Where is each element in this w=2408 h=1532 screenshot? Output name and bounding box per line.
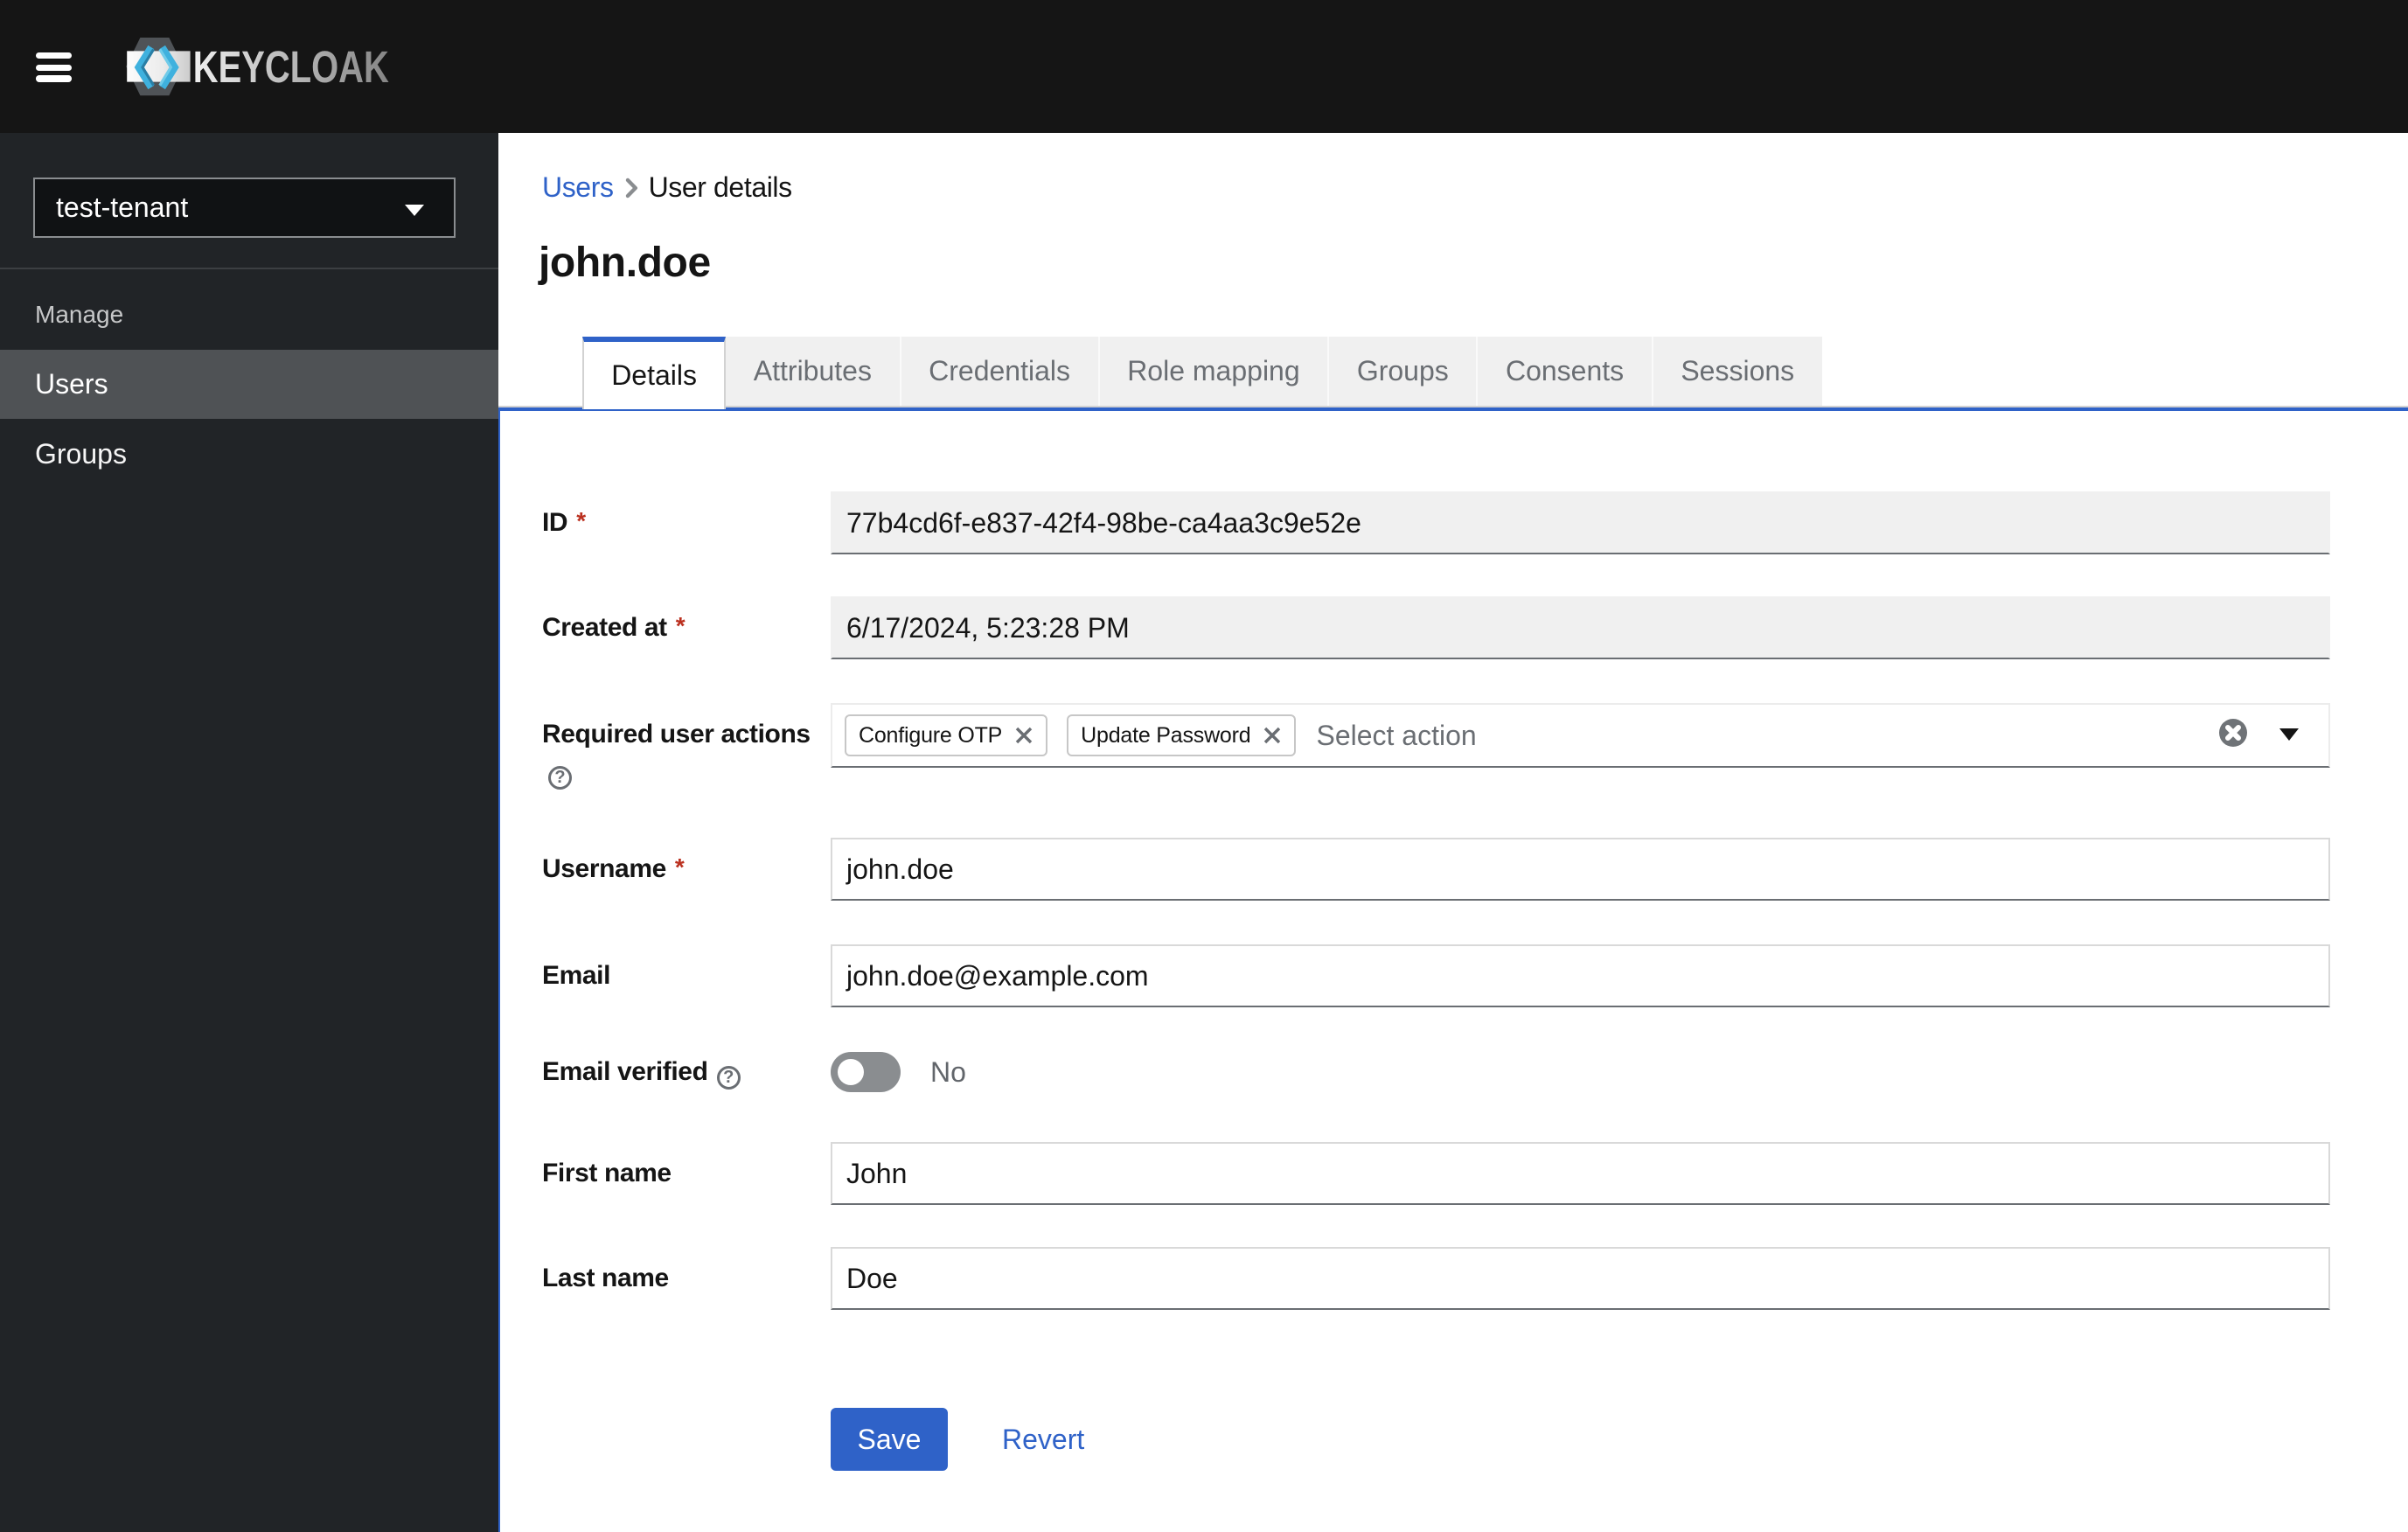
svg-text:KEYCLOAK: KEYCLOAK [193, 42, 389, 92]
